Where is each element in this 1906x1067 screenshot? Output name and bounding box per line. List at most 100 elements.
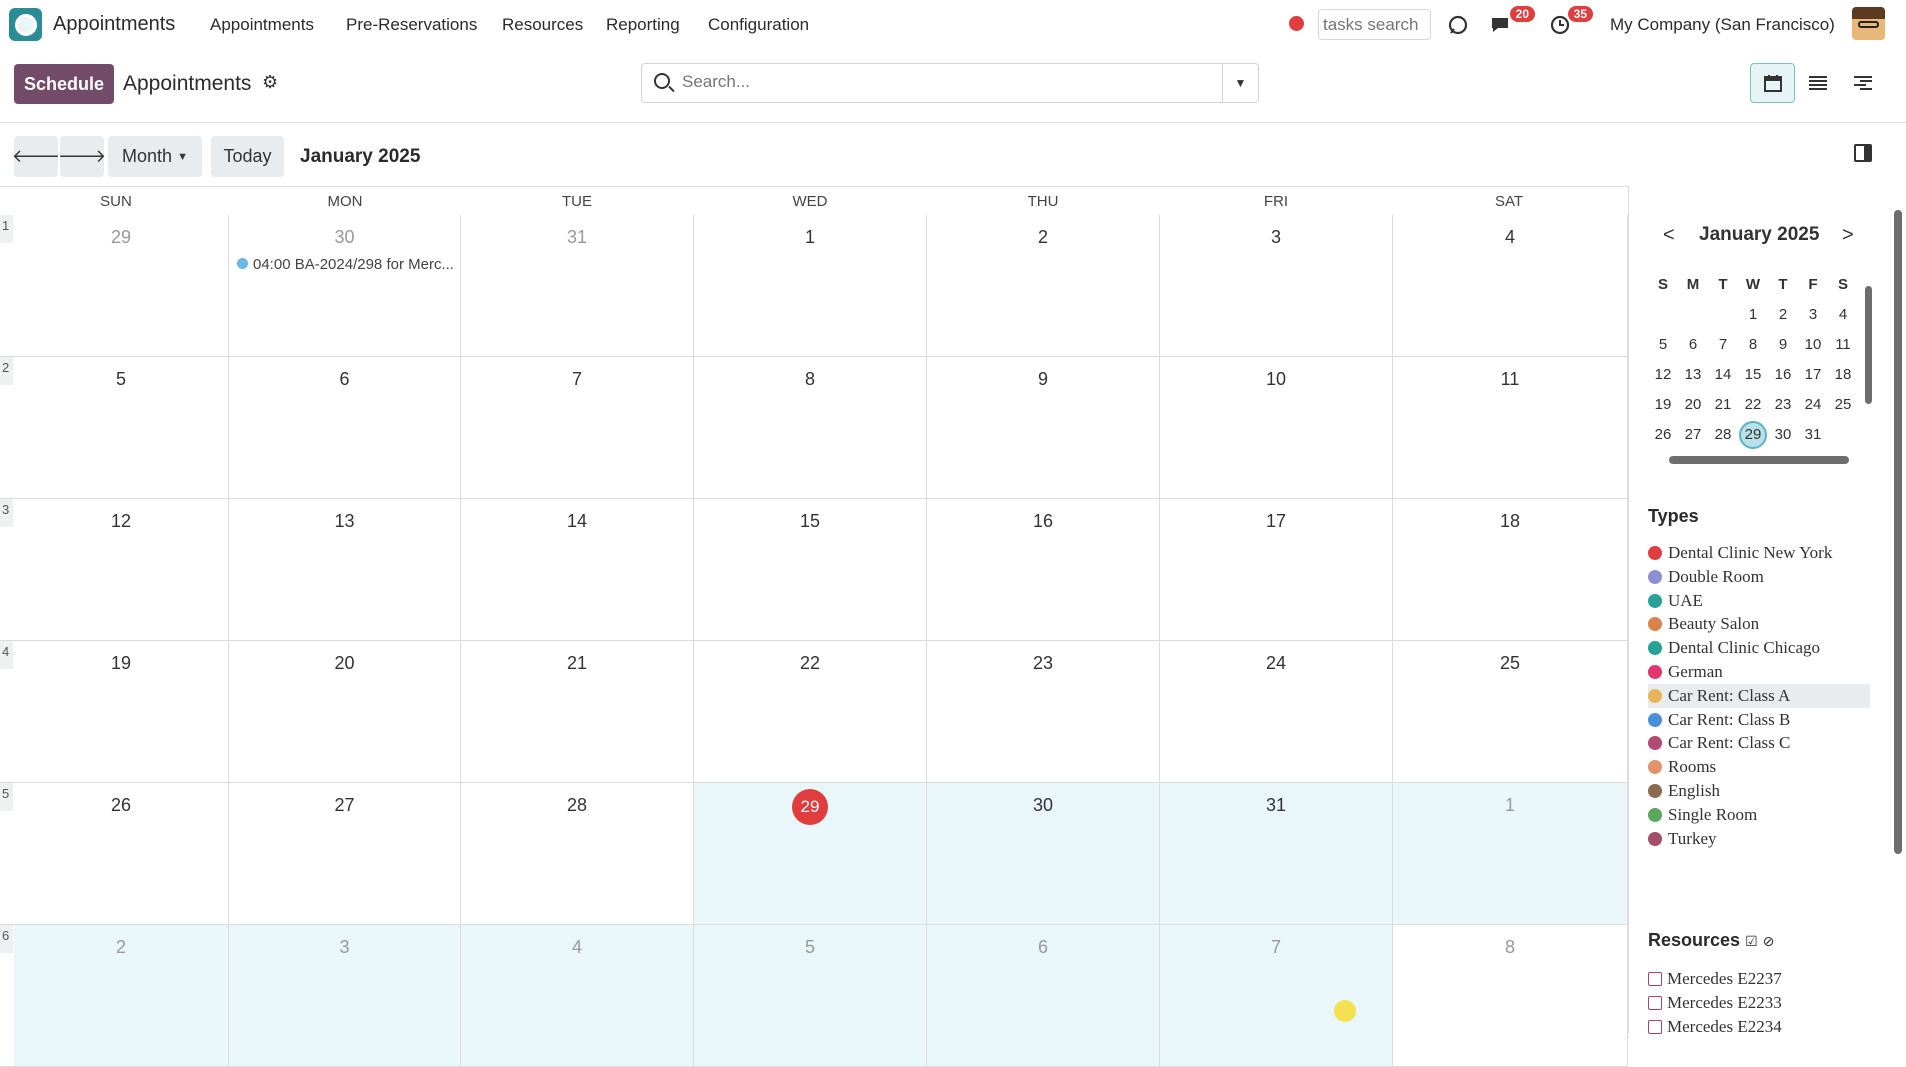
type-filter-item[interactable]: German bbox=[1648, 660, 1870, 684]
clear-resources-icon[interactable]: ⊘ bbox=[1763, 933, 1775, 949]
day-cell[interactable]: 5 bbox=[14, 357, 229, 498]
type-filter-item[interactable]: Car Rent: Class B bbox=[1648, 708, 1870, 732]
day-cell[interactable]: 8 bbox=[1393, 925, 1628, 1066]
resource-filter-item[interactable]: Mercedes E2234 bbox=[1648, 1017, 1782, 1037]
day-cell[interactable]: 23 bbox=[927, 641, 1160, 782]
mini-day[interactable]: 14 bbox=[1708, 360, 1738, 390]
mini-day[interactable]: 2 bbox=[1768, 300, 1798, 330]
day-number[interactable]: 3 bbox=[1160, 227, 1392, 248]
gantt-view-button[interactable] bbox=[1840, 63, 1885, 103]
day-cell[interactable]: 18 bbox=[1393, 499, 1628, 640]
mini-day[interactable]: 23 bbox=[1768, 390, 1798, 420]
day-cell[interactable]: 7 bbox=[1160, 925, 1393, 1066]
mini-day[interactable]: 26 bbox=[1648, 420, 1678, 450]
menu-pre-reservations[interactable]: Pre-Reservations bbox=[346, 15, 477, 35]
day-number[interactable]: 27 bbox=[229, 795, 460, 816]
mini-day[interactable]: 7 bbox=[1708, 330, 1738, 360]
mini-day[interactable]: 12 bbox=[1648, 360, 1678, 390]
previous-period-button[interactable]: 🡐 bbox=[12, 136, 60, 177]
select-all-resources-icon[interactable]: ☑ bbox=[1745, 933, 1758, 949]
mini-day[interactable]: 24 bbox=[1798, 390, 1828, 420]
day-number[interactable]: 20 bbox=[229, 653, 460, 674]
discuss-icon[interactable] bbox=[1443, 10, 1473, 40]
day-cell[interactable]: 6 bbox=[229, 357, 461, 498]
sidebar-toggle-icon[interactable] bbox=[1854, 144, 1872, 162]
day-number[interactable]: 28 bbox=[461, 795, 693, 816]
tasks-search-input[interactable] bbox=[1318, 9, 1431, 40]
day-number[interactable]: 23 bbox=[927, 653, 1159, 674]
day-cell[interactable]: 4 bbox=[461, 925, 694, 1066]
mini-prev-month-icon[interactable]: < bbox=[1663, 224, 1675, 247]
day-number[interactable]: 17 bbox=[1160, 511, 1392, 532]
day-cell[interactable]: 30 04:00 BA-2024/298 for Merc... bbox=[229, 215, 461, 356]
type-filter-item[interactable]: Car Rent: Class A bbox=[1648, 683, 1870, 708]
mini-calendar-horizontal-scrollbar[interactable] bbox=[1657, 454, 1863, 464]
mini-day[interactable]: 6 bbox=[1678, 330, 1708, 360]
mini-day[interactable]: 20 bbox=[1678, 390, 1708, 420]
day-cell[interactable]: 13 bbox=[229, 499, 461, 640]
day-number[interactable]: 4 bbox=[1393, 227, 1627, 248]
day-cell[interactable]: 8 bbox=[694, 357, 927, 498]
day-number[interactable]: 11 bbox=[1393, 369, 1627, 390]
day-cell[interactable]: 24 bbox=[1160, 641, 1393, 782]
resource-filter-item[interactable]: Mercedes E2233 bbox=[1648, 993, 1782, 1013]
resource-checkbox[interactable] bbox=[1648, 1020, 1662, 1034]
page-vertical-scrollbar[interactable] bbox=[1893, 200, 1903, 860]
day-cell[interactable]: 1 bbox=[1393, 783, 1628, 924]
day-number[interactable]: 1 bbox=[694, 227, 926, 248]
day-cell[interactable]: 28 bbox=[461, 783, 694, 924]
day-cell[interactable]: 20 bbox=[229, 641, 461, 782]
search-input[interactable] bbox=[682, 72, 1202, 92]
search-options-dropdown-icon[interactable]: ▼ bbox=[1222, 64, 1258, 102]
mini-day[interactable]: 9 bbox=[1768, 330, 1798, 360]
day-number[interactable]: 15 bbox=[694, 511, 926, 532]
app-name[interactable]: Appointments bbox=[53, 13, 175, 36]
mini-calendar-vertical-scrollbar[interactable] bbox=[1863, 276, 1872, 426]
list-view-button[interactable] bbox=[1795, 63, 1840, 103]
day-number[interactable]: 6 bbox=[927, 937, 1159, 958]
day-cell[interactable]: 26 bbox=[14, 783, 229, 924]
day-cell[interactable]: 27 bbox=[229, 783, 461, 924]
day-number[interactable]: 5 bbox=[694, 937, 926, 958]
mini-day[interactable]: 29 bbox=[1738, 420, 1768, 450]
day-cell[interactable]: 29 bbox=[14, 215, 229, 356]
day-cell[interactable]: 3 bbox=[1160, 215, 1393, 356]
mini-day[interactable]: 11 bbox=[1828, 330, 1858, 360]
type-filter-item[interactable]: Car Rent: Class C bbox=[1648, 731, 1870, 755]
mini-day[interactable]: 22 bbox=[1738, 390, 1768, 420]
calendar-view-button[interactable] bbox=[1750, 63, 1795, 103]
mini-selected-day[interactable]: 29 bbox=[1739, 421, 1767, 449]
day-number[interactable]: 25 bbox=[1393, 653, 1627, 674]
today-button[interactable]: Today bbox=[211, 136, 284, 177]
mini-day[interactable]: 25 bbox=[1828, 390, 1858, 420]
mini-day[interactable]: 1 bbox=[1738, 300, 1768, 330]
day-cell[interactable]: 29 bbox=[694, 783, 927, 924]
menu-configuration[interactable]: Configuration bbox=[708, 15, 809, 35]
day-cell[interactable]: 14 bbox=[461, 499, 694, 640]
day-number[interactable]: 29 bbox=[14, 227, 228, 248]
day-number[interactable]: 31 bbox=[1160, 795, 1392, 816]
day-cell[interactable]: 9 bbox=[927, 357, 1160, 498]
day-cell[interactable]: 19 bbox=[14, 641, 229, 782]
type-filter-item[interactable]: Rooms bbox=[1648, 755, 1870, 779]
mini-day[interactable]: 4 bbox=[1828, 300, 1858, 330]
day-number[interactable]: 6 bbox=[229, 369, 460, 390]
day-cell[interactable]: 25 bbox=[1393, 641, 1628, 782]
day-cell[interactable]: 10 bbox=[1160, 357, 1393, 498]
day-cell[interactable]: 4 bbox=[1393, 215, 1628, 356]
day-number[interactable]: 13 bbox=[229, 511, 460, 532]
day-number[interactable]: 30 bbox=[229, 227, 460, 248]
mini-day[interactable]: 3 bbox=[1798, 300, 1828, 330]
day-number[interactable]: 8 bbox=[694, 369, 926, 390]
day-cell[interactable]: 5 bbox=[694, 925, 927, 1066]
activities-clock-icon[interactable]: 35 bbox=[1545, 6, 1593, 40]
day-number[interactable]: 7 bbox=[1160, 937, 1392, 958]
schedule-button[interactable]: Schedule bbox=[14, 64, 114, 104]
day-number[interactable]: 30 bbox=[927, 795, 1159, 816]
day-number[interactable]: 22 bbox=[694, 653, 926, 674]
gear-icon[interactable]: ⚙ bbox=[262, 72, 278, 93]
calendar-event[interactable]: 04:00 BA-2024/298 for Merc... bbox=[237, 256, 455, 273]
day-cell[interactable]: 6 bbox=[927, 925, 1160, 1066]
type-filter-item[interactable]: Dental Clinic New York bbox=[1648, 541, 1870, 565]
day-number[interactable]: 12 bbox=[14, 511, 228, 532]
